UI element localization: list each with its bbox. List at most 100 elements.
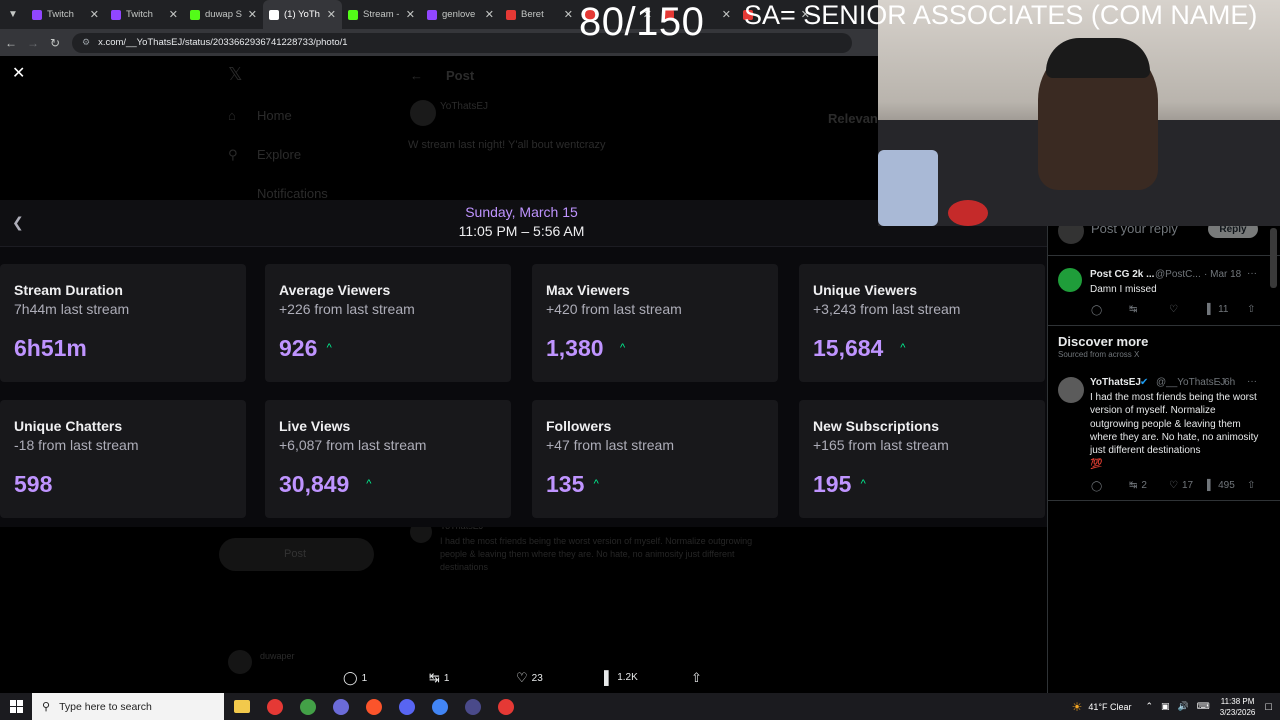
ghost-post-button-label: Post (284, 548, 307, 560)
tweet2-repost[interactable]: ↹ 2 (1129, 480, 1147, 491)
taskbar-app-icon[interactable] (357, 693, 390, 720)
tweet1-heart-icon[interactable]: ♡ (1169, 304, 1178, 315)
tweet2-date: · 6h (1218, 377, 1236, 388)
volume-icon[interactable]: 🔊 (1178, 701, 1189, 712)
ghost-reply2-author: duwaper (260, 651, 295, 661)
browser-tab[interactable]: genlove ✕ (421, 0, 500, 29)
stat-card: Live Views +6,087 from last stream 30,849 ^ (265, 400, 511, 518)
clock-time: 11:38 PM (1220, 696, 1255, 706)
reload-icon[interactable]: ↻ (44, 29, 66, 56)
app-glyph-icon (464, 698, 481, 715)
tab-close-icon[interactable]: ✕ (722, 8, 731, 21)
taskbar-app-icon[interactable] (390, 693, 423, 720)
yothatsej-avatar[interactable] (1058, 377, 1084, 403)
windows-start-icon[interactable] (0, 693, 32, 720)
tab-close-icon[interactable]: ✕ (406, 8, 415, 21)
weather-text[interactable]: 41°F Clear (1088, 702, 1131, 712)
taskbar-app-icon[interactable] (225, 693, 258, 720)
stat-card: Unique Chatters -18 from last stream 598 (0, 400, 246, 518)
tab-close-icon[interactable]: ✕ (248, 8, 257, 21)
network-icon[interactable]: ▣ (1161, 701, 1170, 712)
taskbar-app-icon[interactable] (456, 693, 489, 720)
panel-scrollbar[interactable] (1270, 228, 1277, 288)
ghost-nav-explore: Explore (257, 147, 302, 162)
stat-value: 195 (813, 471, 852, 497)
stat-value: 15,684 (813, 335, 884, 361)
stat-change: +420 from last stream (546, 301, 682, 317)
tab-close-icon[interactable]: ✕ (169, 8, 178, 21)
tweet2-share-icon[interactable]: ⇧ (1247, 480, 1255, 491)
browser-tab[interactable]: Twitch ✕ (26, 0, 105, 29)
stat-label: Followers (546, 418, 612, 434)
weather-icon[interactable]: ☀ (1072, 700, 1083, 714)
tab-favicon-icon (269, 9, 279, 20)
bar-chart-icon: ▌ (1207, 304, 1215, 315)
taskbar-app-icon[interactable] (324, 693, 357, 720)
tab-close-icon[interactable]: ✕ (485, 8, 494, 21)
tweet2-views[interactable]: ▌ 495 (1207, 480, 1235, 491)
url-field[interactable]: ⚙ x.com/__YoThatsEJ/status/2033662936741… (72, 32, 852, 53)
forward-icon[interactable]: → (22, 29, 44, 56)
tweet2-name[interactable]: YoThatsEJ (1090, 377, 1141, 388)
back-icon[interactable]: ← (0, 29, 22, 56)
tab-title: genlove (442, 9, 476, 20)
taskbar-app-icon[interactable] (258, 693, 291, 720)
tweet2-like-count: 17 (1181, 480, 1194, 491)
tweet2-reply-icon[interactable]: ◯ (1091, 481, 1102, 492)
bar-chart-icon: ▌ (1207, 480, 1215, 491)
tweet1-name[interactable]: Post CG 2k ... (1090, 269, 1154, 280)
like-action[interactable]: ♡ 23 (516, 670, 543, 686)
tweet1-reply-icon[interactable]: ◯ (1091, 305, 1102, 316)
tweet1-views[interactable]: ▌ 11 (1207, 304, 1228, 315)
ghost-explore-icon: ⚲ (228, 147, 238, 162)
trend-up-icon: ^ (860, 478, 866, 490)
ghost-back-icon: ← (410, 68, 423, 83)
browser-tab[interactable]: Stream - ✕ (342, 0, 421, 29)
taskbar-app-icon[interactable] (489, 693, 522, 720)
tweet2-repost-count: 2 (1141, 480, 1147, 491)
clock[interactable]: 11:38 PM 3/23/2026 (1220, 696, 1256, 718)
ghost-nav-home: Home (257, 108, 292, 123)
stat-change: 7h44m last stream (14, 301, 130, 317)
taskbar-search-box[interactable]: ⚲ Type here to search (32, 693, 224, 720)
browser-tab[interactable]: Twitch ✕ (105, 0, 184, 29)
views-action[interactable]: ▌ 1.2K (604, 670, 638, 685)
ghost-relevant: Relevant (828, 111, 883, 126)
browser-tab[interactable]: duwap S ✕ (184, 0, 263, 29)
tab-search-icon[interactable]: ▼ (0, 0, 26, 29)
browser-tab[interactable]: (1) YoTh ✕ (263, 0, 342, 29)
language-icon[interactable]: ⌨ (1197, 701, 1210, 712)
reply-icon: ◯ (343, 670, 358, 685)
site-info-icon[interactable]: ⚙ (82, 37, 90, 48)
tweet2-handle[interactable]: @__YoThatsEJ (1156, 377, 1225, 388)
tweet2-like[interactable]: ♡ 17 (1169, 480, 1193, 491)
ghost-post-header: Post (446, 68, 475, 83)
tweet1-handle[interactable]: @PostC... (1155, 269, 1201, 280)
tab-close-icon[interactable]: ✕ (327, 8, 336, 21)
tweet1-share-icon[interactable]: ⇧ (1247, 304, 1255, 315)
tab-title: Stream - (363, 9, 400, 20)
repost-action[interactable]: ↹ 1 (429, 670, 449, 686)
reply-action[interactable]: ◯ 1 (343, 670, 367, 686)
trend-up-icon: ^ (366, 478, 372, 490)
notifications-icon[interactable]: □ (1265, 701, 1272, 713)
postcg-avatar[interactable] (1058, 268, 1082, 292)
tweet1-repost-icon[interactable]: ↹ (1129, 304, 1137, 315)
tray-chevron-icon[interactable]: ⌃ (1145, 701, 1153, 712)
more-icon[interactable]: ··· (1247, 376, 1257, 387)
tweet1-view-count: 11 (1218, 304, 1229, 315)
tab-favicon-icon (348, 9, 358, 20)
tab-close-icon[interactable]: ✕ (90, 8, 99, 21)
trend-up-icon: ^ (593, 478, 599, 490)
share-action[interactable]: ⇧ (691, 670, 706, 686)
taskbar-app-icon[interactable] (291, 693, 324, 720)
stat-change: -18 from last stream (14, 437, 139, 453)
stat-card: Average Viewers +226 from last stream 926 ^ (265, 264, 511, 382)
app-glyph-icon (266, 698, 283, 715)
close-viewer-icon[interactable]: ✕ (12, 66, 28, 82)
browser-tab[interactable]: Beret ✕ (500, 0, 579, 29)
taskbar-app-icon[interactable] (423, 693, 456, 720)
trend-up-icon: ^ (326, 342, 332, 354)
more-icon[interactable]: ··· (1247, 268, 1257, 279)
tab-close-icon[interactable]: ✕ (564, 8, 573, 21)
